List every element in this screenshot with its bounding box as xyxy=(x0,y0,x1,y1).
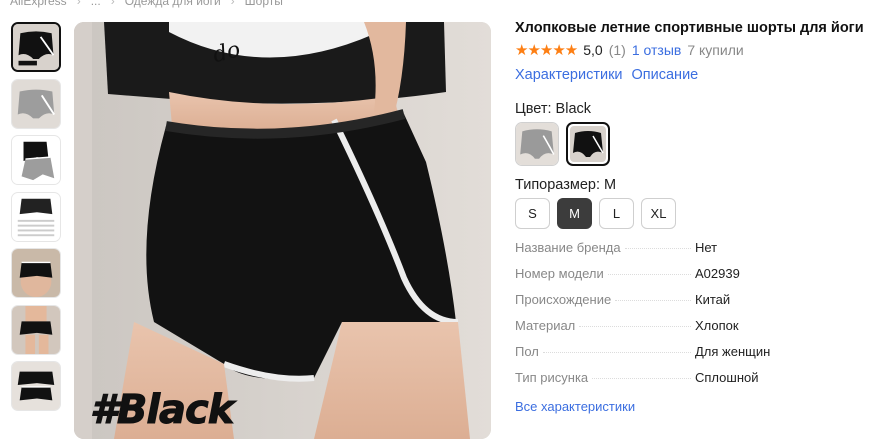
thumbnail-1[interactable] xyxy=(11,22,61,72)
thumbnail-5[interactable] xyxy=(11,248,61,298)
spec-leader xyxy=(542,352,691,353)
thumbnail-gallery xyxy=(11,22,65,418)
spec-row: Материал Хлопок xyxy=(515,318,865,344)
specs-table: Название бренда Нет Номер модели A02939 … xyxy=(515,240,865,396)
breadcrumb: AliExpress › ... › Одежда для йоги › Шор… xyxy=(10,0,283,8)
rating-row: ★★★★★ 5,0 (1) 1 отзыв 7 купили xyxy=(515,41,865,59)
size-label: Типоразмер: M xyxy=(515,177,617,193)
product-title: Хлопковые летние спортивные шорты для йо… xyxy=(515,20,864,36)
rating-score: 5,0 xyxy=(583,42,603,58)
spec-key: Материал xyxy=(515,318,576,333)
spec-value: Нет xyxy=(695,240,718,255)
spec-row: Номер модели A02939 xyxy=(515,266,865,292)
spec-value: Сплошной xyxy=(695,370,759,385)
size-option-l[interactable]: L xyxy=(599,198,634,229)
chevron-right-icon: › xyxy=(110,0,115,8)
spec-leader xyxy=(615,300,692,301)
spec-leader xyxy=(607,274,691,275)
spec-key: Происхождение xyxy=(515,292,612,307)
reviews-link[interactable]: 1 отзыв xyxy=(632,42,682,58)
size-option-m[interactable]: M xyxy=(557,198,592,229)
spec-row: Тип рисунка Сплошной xyxy=(515,370,865,396)
spec-leader xyxy=(579,326,692,327)
spec-leader xyxy=(624,248,691,249)
spec-row: Пол Для женщин xyxy=(515,344,865,370)
color-option-black[interactable] xyxy=(566,122,610,166)
size-options: S M L XL xyxy=(515,198,865,229)
bought-count: 7 купили xyxy=(687,42,744,58)
image-caption: #Black xyxy=(89,387,234,434)
product-info: Хлопковые летние спортивные шорты для йо… xyxy=(515,18,865,414)
spec-key: Номер модели xyxy=(515,266,604,281)
thumbnail-2[interactable] xyxy=(11,78,61,129)
spec-value: Китай xyxy=(695,292,731,307)
spec-value: A02939 xyxy=(695,266,740,281)
main-product-image[interactable]: do #Black xyxy=(74,22,491,439)
breadcrumb-item-yoga[interactable]: Одежда для йоги xyxy=(125,0,221,8)
chevron-right-icon: › xyxy=(230,0,235,8)
thumbnail-6[interactable] xyxy=(11,304,61,355)
size-option-xl[interactable]: XL xyxy=(641,198,676,229)
characteristics-link[interactable]: Характеристики xyxy=(515,67,623,83)
description-link[interactable]: Описание xyxy=(632,67,699,83)
spec-key: Название бренда xyxy=(515,240,621,255)
color-label: Цвет: Black xyxy=(515,101,592,117)
spec-value: Хлопок xyxy=(695,318,739,333)
spec-key: Пол xyxy=(515,344,539,359)
info-links: Характеристики Описание xyxy=(515,67,865,83)
spec-row: Происхождение Китай xyxy=(515,292,865,318)
rating-count: (1) xyxy=(608,42,626,58)
thumbnail-7[interactable] xyxy=(11,361,61,411)
color-options xyxy=(515,122,865,166)
spec-leader xyxy=(592,378,692,379)
size-option-s[interactable]: S xyxy=(515,198,550,229)
breadcrumb-item-home[interactable]: AliExpress xyxy=(10,0,67,8)
breadcrumb-item-shorts[interactable]: Шорты xyxy=(245,0,283,8)
chevron-right-icon: › xyxy=(76,0,81,8)
color-option-grey[interactable] xyxy=(515,122,559,166)
spec-row: Название бренда Нет xyxy=(515,240,865,266)
all-specs-link[interactable]: Все характеристики xyxy=(515,399,865,414)
spec-key: Тип рисунка xyxy=(515,370,589,385)
thumbnail-4[interactable] xyxy=(11,191,61,242)
star-rating-icon: ★★★★★ xyxy=(515,42,578,59)
thumbnail-3[interactable] xyxy=(11,135,61,185)
breadcrumb-item-ellipsis[interactable]: ... xyxy=(91,0,101,8)
spec-value: Для женщин xyxy=(695,344,771,359)
